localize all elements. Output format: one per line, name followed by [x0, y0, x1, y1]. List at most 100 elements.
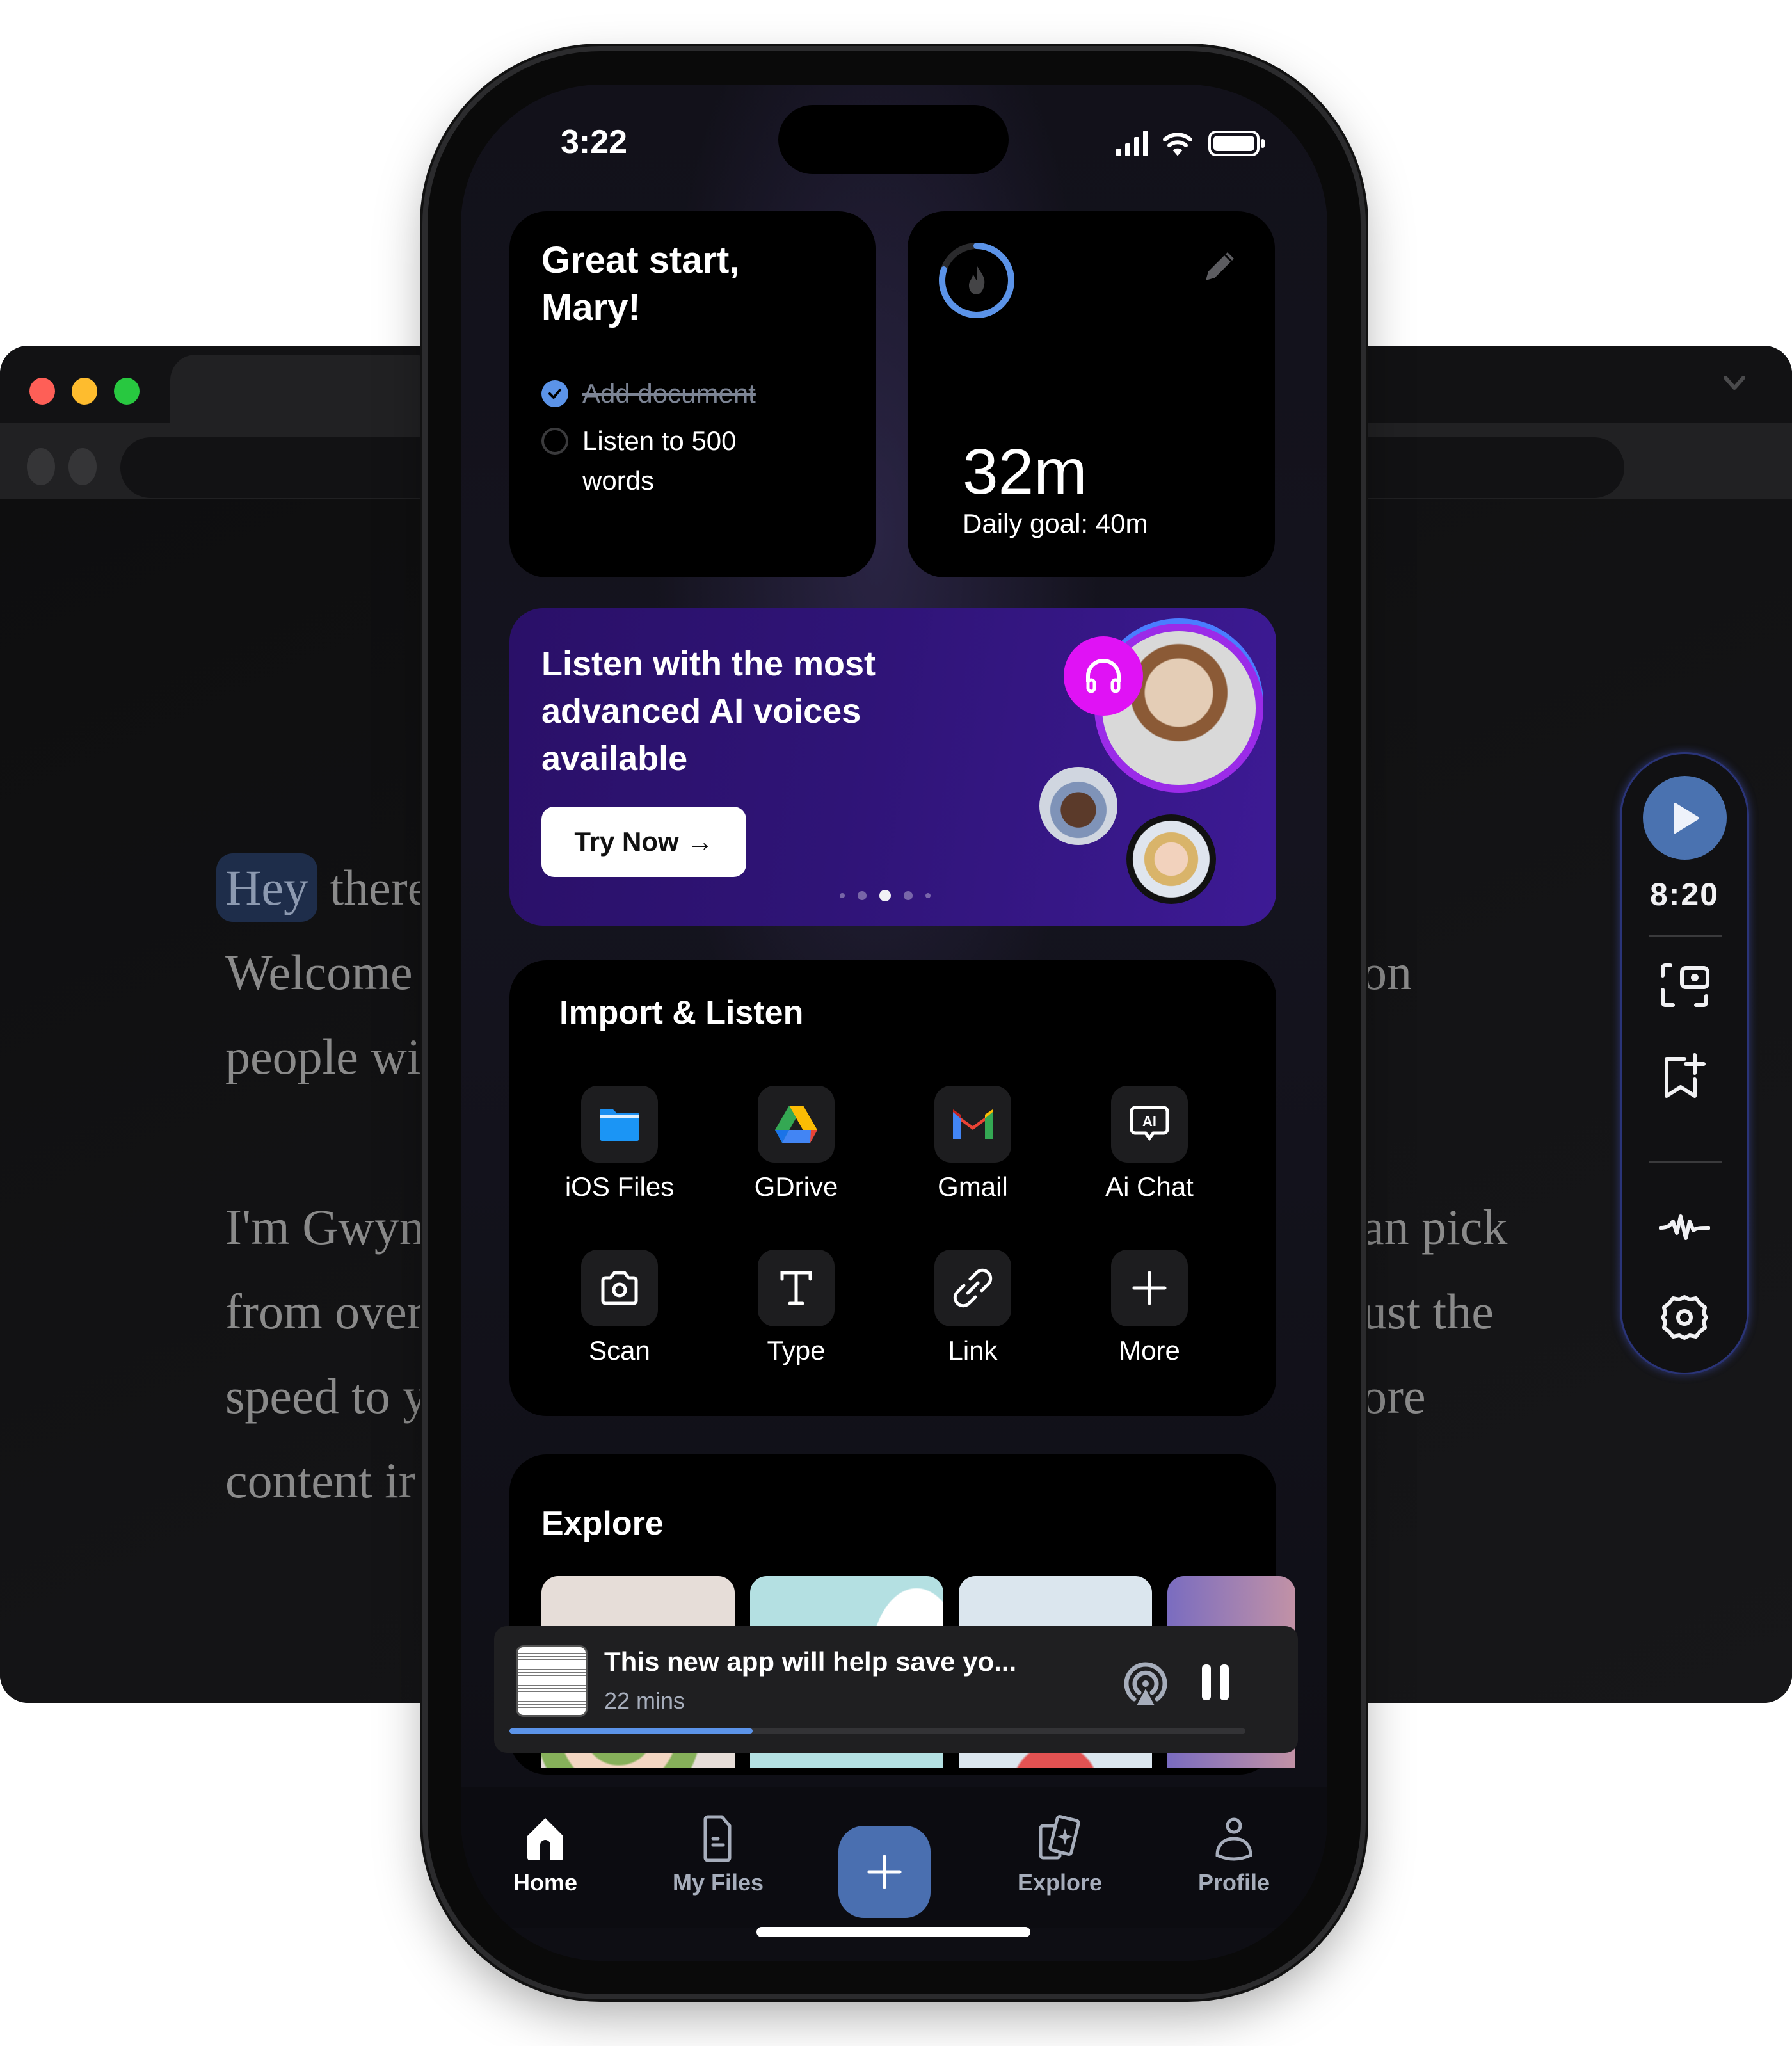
playback-progress-fill	[509, 1728, 753, 1734]
doc-line: on	[1362, 944, 1412, 1000]
headphones-badge	[1064, 636, 1143, 716]
window-close-button[interactable]	[29, 378, 55, 405]
settings-gear-icon[interactable]	[1659, 1292, 1710, 1343]
browser-tab[interactable]: ✕	[170, 355, 595, 431]
greeting-card: Great start, Mary! Add document Listen t…	[509, 211, 876, 577]
doc-line: ore	[1362, 1368, 1426, 1424]
phone-mockup: 3:22 Great start, Mary! Add document Lis…	[428, 51, 1361, 1994]
home-icon	[527, 1818, 563, 1860]
promo-banner[interactable]: Listen with the most advanced AI voices …	[509, 608, 1276, 926]
play-icon	[1673, 802, 1699, 834]
folder-icon	[600, 1109, 639, 1141]
task-item[interactable]: Listen to 500 words	[541, 425, 787, 501]
carousel-dot[interactable]	[840, 893, 845, 898]
voice-avatar[interactable]	[1039, 767, 1117, 845]
cellular-signal-icon	[1116, 131, 1148, 156]
bookmark-add-icon[interactable]	[1659, 1051, 1710, 1102]
carousel-dot-active[interactable]	[879, 890, 891, 901]
doc-line: an pick	[1362, 1199, 1508, 1255]
explore-title: Explore	[541, 1505, 664, 1542]
highlighted-word[interactable]: Hey	[216, 853, 317, 922]
carousel-dot[interactable]	[904, 891, 913, 900]
playback-progress-bar[interactable]	[509, 1728, 1245, 1734]
pause-icon[interactable]	[1198, 1663, 1234, 1702]
task-item[interactable]: Add document	[541, 378, 787, 414]
plus-icon	[867, 1855, 902, 1889]
playback-time: 8:20	[1649, 876, 1720, 912]
daily-goal-card[interactable]: 32m Daily goal: 40m	[908, 211, 1275, 577]
tab-my-files[interactable]: My Files	[660, 1813, 776, 1896]
add-button[interactable]	[838, 1826, 931, 1918]
doc-line: Welcome	[225, 944, 413, 1000]
import-listen-card: Import & Listen iOS Files GDrive Gmail A…	[509, 960, 1276, 1416]
now-playing-title: This new app will help save yo...	[604, 1647, 1017, 1677]
carousel-dot[interactable]	[858, 891, 867, 900]
dynamic-island	[778, 105, 1009, 174]
document-thumbnail	[516, 1645, 588, 1717]
tab-home[interactable]: Home	[488, 1813, 603, 1896]
goal-subtitle: Daily goal: 40m	[963, 508, 1148, 538]
reader-floating-toolbar: 8:20	[1622, 754, 1747, 1373]
voice-avatar[interactable]	[1126, 814, 1216, 904]
doc-line: I'm Gwyn	[225, 1199, 424, 1255]
play-button[interactable]	[1643, 776, 1727, 860]
google-drive-icon	[775, 1106, 817, 1143]
divider	[1649, 935, 1722, 937]
flame-icon	[969, 265, 985, 294]
tab-explore[interactable]: Explore	[1002, 1813, 1117, 1896]
doc-line: Hey there	[216, 853, 429, 922]
profile-person-icon	[1215, 1817, 1252, 1861]
bottom-tab-bar: Home My Files Explore Profile	[461, 1787, 1327, 1928]
wifi-icon	[1163, 133, 1192, 156]
import-type[interactable]: Type	[732, 1250, 860, 1366]
headphones-icon	[1086, 659, 1121, 693]
import-ios-files[interactable]: iOS Files	[556, 1086, 684, 1202]
camera-icon	[601, 1271, 638, 1305]
carousel-dots[interactable]	[840, 890, 931, 901]
window-minimize-button[interactable]	[72, 378, 97, 405]
import-ai-chat[interactable]: AI Ai Chat	[1085, 1086, 1213, 1202]
divider	[1649, 1161, 1722, 1163]
checkmark-icon	[548, 389, 561, 399]
doc-line: speed to y	[225, 1368, 428, 1424]
gmail-icon	[953, 1109, 993, 1139]
task-label: Listen to 500 words	[582, 426, 737, 495]
battery-icon	[1208, 131, 1265, 156]
explore-cards-icon	[1039, 1815, 1080, 1860]
import-link[interactable]: Link	[909, 1250, 1037, 1366]
file-document-icon	[703, 1815, 732, 1862]
edit-pencil-icon[interactable]	[1199, 246, 1240, 287]
home-indicator[interactable]	[756, 1927, 1030, 1937]
doc-line: people wi	[225, 1029, 421, 1084]
arrow-right-icon: →	[686, 826, 714, 857]
voice-wave-icon[interactable]	[1659, 1202, 1710, 1253]
checkbox-unchecked[interactable]	[541, 428, 568, 455]
chevron-down-icon[interactable]	[1723, 371, 1746, 394]
carousel-dot[interactable]	[925, 893, 931, 898]
airplay-icon[interactable]	[1121, 1659, 1170, 1708]
phone-screen: 3:22 Great start, Mary! Add document Lis…	[461, 85, 1327, 1961]
now-playing-duration: 22 mins	[604, 1688, 685, 1714]
doc-line: ust the	[1362, 1284, 1494, 1339]
text-type-icon	[780, 1271, 812, 1305]
back-button[interactable]	[27, 448, 55, 485]
checkbox-checked[interactable]	[541, 380, 568, 407]
window-maximize-button[interactable]	[114, 378, 140, 405]
doc-line: content ir	[225, 1453, 415, 1508]
task-label: Add document	[582, 378, 756, 408]
tab-profile[interactable]: Profile	[1176, 1813, 1292, 1896]
import-gdrive[interactable]: GDrive	[732, 1086, 860, 1202]
goal-value: 32m	[963, 436, 1087, 508]
status-time: 3:22	[561, 124, 628, 161]
screenshot-camera-icon[interactable]	[1659, 960, 1710, 1011]
import-more[interactable]: More	[1085, 1250, 1213, 1366]
goal-progress-ring	[939, 243, 1014, 318]
import-scan[interactable]: Scan	[556, 1250, 684, 1366]
ai-chat-icon: AI	[1130, 1106, 1169, 1141]
import-gmail[interactable]: Gmail	[909, 1086, 1037, 1202]
mini-player[interactable]: This new app will help save yo... 22 min…	[494, 1626, 1298, 1753]
forward-button[interactable]	[68, 448, 97, 485]
status-icons	[1116, 131, 1265, 156]
doc-line: from over	[225, 1284, 424, 1339]
try-now-button[interactable]: Try Now →	[541, 807, 746, 877]
